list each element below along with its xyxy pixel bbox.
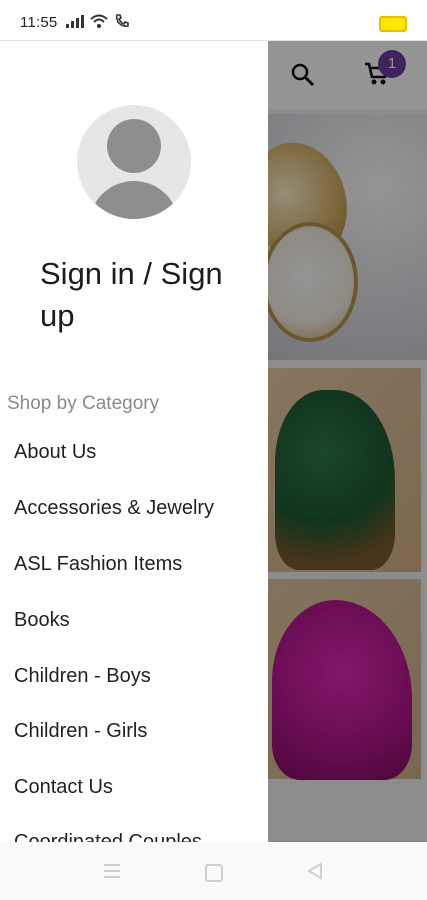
menu-item-contact-us[interactable]: Contact Us [14, 776, 113, 799]
system-nav-bar [0, 842, 427, 900]
wifi-icon [90, 14, 108, 28]
navigation-drawer: Sign in / Sign up Shop by Category About… [0, 40, 268, 842]
sign-in-link[interactable]: Sign in / Sign up [40, 253, 250, 337]
menu-item-asl-fashion-items[interactable]: ASL Fashion Items [14, 553, 182, 576]
back-triangle-icon[interactable] [307, 862, 323, 880]
avatar-body-icon [89, 181, 179, 219]
menu-item-accessories-jewelry[interactable]: Accessories & Jewelry [14, 497, 214, 520]
avatar[interactable] [77, 105, 191, 219]
battery-icon [379, 16, 407, 32]
avatar-head-icon [107, 119, 161, 173]
menu-item-children-boys[interactable]: Children - Boys [14, 665, 151, 688]
home-square-icon[interactable] [205, 864, 223, 882]
status-icons [66, 13, 130, 29]
signal-icon [66, 14, 84, 28]
section-label: Shop by Category [7, 393, 160, 414]
call-icon [115, 14, 129, 27]
menu-item-coordinated-couples[interactable]: Coordinated Couples [14, 831, 202, 842]
menu-item-about-us[interactable]: About Us [14, 441, 96, 464]
menu-icon[interactable] [104, 864, 120, 882]
status-time: 11:55 [20, 14, 58, 31]
status-bar: 11:55 [0, 0, 427, 41]
menu-item-books[interactable]: Books [14, 609, 70, 632]
menu-item-children-girls[interactable]: Children - Girls [14, 720, 147, 743]
